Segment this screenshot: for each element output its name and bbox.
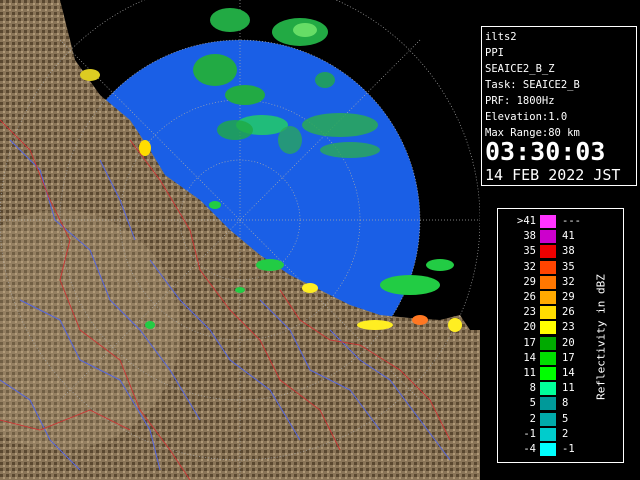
legend-low-value: 26: [523, 291, 536, 303]
legend-color-swatch: [540, 427, 556, 441]
legend-row: 38 41: [498, 230, 623, 244]
legend-unit-label: Reflectivity in dBZ: [594, 274, 608, 400]
legend-high-value: ---: [562, 215, 581, 227]
legend-low-value: 29: [523, 275, 536, 288]
legend-color-swatch: [540, 215, 556, 228]
legend-low-value: >41: [517, 215, 536, 227]
task-name: Task: SEAICE2_B: [485, 79, 580, 91]
legend-low-value: 14: [523, 351, 536, 364]
legend-low-value: 23: [523, 306, 536, 319]
legend-color-swatch: [540, 412, 556, 426]
elevation-value: Elevation:1.0: [485, 111, 568, 123]
legend-high-value: 14: [562, 367, 575, 379]
radar-ppi-map: [0, 0, 480, 480]
legend-color-swatch: [540, 382, 556, 396]
legend-high-value: 26: [562, 306, 575, 319]
legend-low-value: 35: [523, 245, 536, 258]
scan-time: 03:30:03: [485, 137, 606, 166]
legend-color-swatch: [540, 291, 556, 304]
legend-low-value: 5: [529, 397, 536, 410]
prf-value: PRF: 1800Hz: [485, 95, 555, 107]
legend-row: 35 38: [498, 245, 623, 259]
info-panel: ilts2 PPI SEAICE2_B_Z Task: SEAICE2_B PR…: [481, 26, 637, 186]
legend-low-value: -4: [523, 443, 536, 455]
site-name: ilts2: [485, 31, 517, 43]
legend-high-value: 32: [562, 275, 575, 288]
legend-color-swatch: [540, 230, 556, 244]
legend-high-value: 35: [562, 260, 575, 273]
legend-low-value: 11: [523, 367, 536, 379]
legend-row: -4 -1: [498, 443, 623, 456]
legend-low-value: 8: [529, 382, 536, 395]
legend-high-value: 38: [562, 245, 575, 258]
legend-color-swatch: [540, 336, 556, 350]
legend-high-value: 2: [562, 427, 569, 440]
legend-high-value: 5: [562, 412, 569, 425]
legend-color-swatch: [540, 245, 556, 259]
legend-color-swatch: [540, 397, 556, 411]
legend-color-swatch: [540, 275, 556, 289]
legend-color-swatch: [540, 367, 556, 380]
legend-low-value: 20: [523, 321, 536, 334]
legend-row: -1 2: [498, 427, 623, 441]
product-name: SEAICE2_B_Z: [485, 63, 555, 75]
scan-type: PPI: [485, 47, 504, 59]
legend-low-value: 2: [529, 412, 536, 425]
legend-high-value: 17: [562, 351, 575, 364]
legend-color-swatch: [540, 321, 556, 335]
legend-high-value: 41: [562, 230, 575, 243]
legend-low-value: 32: [523, 260, 536, 273]
legend-high-value: 23: [562, 321, 575, 334]
legend-low-value: 38: [523, 230, 536, 243]
legend-color-swatch: [540, 351, 556, 365]
legend-row: >41 ---: [498, 215, 623, 228]
reflectivity-legend: >41 --- 38 41 35 38 32 35 29 32 26 29 23 26 20 23 17 20 14…: [497, 208, 624, 463]
legend-high-value: 20: [562, 336, 575, 349]
legend-high-value: 11: [562, 382, 575, 395]
legend-high-value: -1: [562, 443, 575, 455]
legend-high-value: 29: [562, 291, 575, 303]
legend-low-value: -1: [523, 427, 536, 440]
legend-low-value: 17: [523, 336, 536, 349]
legend-high-value: 8: [562, 397, 569, 410]
scan-date: 14 FEB 2022 JST: [485, 166, 621, 184]
legend-color-swatch: [540, 306, 556, 320]
legend-color-swatch: [540, 260, 556, 274]
legend-row: 25: [498, 412, 623, 426]
legend-color-swatch: [540, 443, 556, 456]
